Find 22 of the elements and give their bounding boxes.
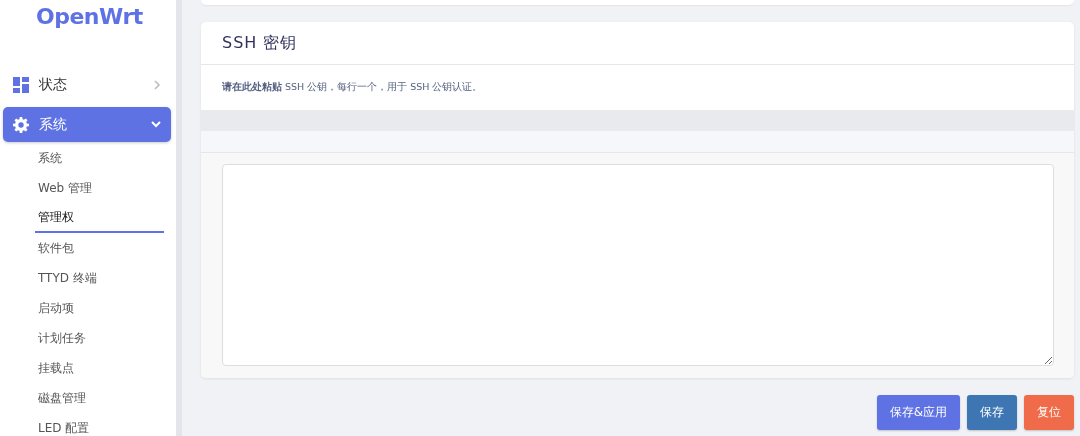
section-title: SSH 密钥 [201, 22, 1074, 65]
menu-item[interactable]: 状态 [3, 67, 171, 102]
chevron-right-icon [154, 79, 161, 90]
menu-item[interactable]: 系统 [3, 107, 171, 142]
submenu-item[interactable]: 磁盘管理 [35, 383, 89, 413]
submenu-item[interactable]: TTYD 终端 [35, 263, 100, 293]
submenu-item[interactable]: Web 管理 [35, 173, 95, 203]
save-button[interactable]: 保存 [967, 395, 1017, 430]
submenu-item[interactable]: LED 配置 [35, 413, 93, 436]
dashboard-icon [13, 76, 29, 93]
submenu-item[interactable]: 计划任务 [35, 323, 89, 353]
submenu-item[interactable]: 系统 [35, 143, 65, 173]
submenu-item[interactable]: 软件包 [35, 233, 77, 263]
settings-icon [13, 116, 29, 133]
submenu-item[interactable]: 启动项 [35, 293, 77, 323]
chevron-down-icon [151, 121, 161, 128]
ssh-keys-field[interactable] [222, 164, 1054, 366]
section-description: 请在此处粘贴 SSH 公钥，每行一个，用于 SSH 公钥认证。 [221, 80, 484, 94]
logo[interactable]: OpenWrt [36, 4, 143, 29]
submenu-item[interactable]: 管理权 [35, 203, 164, 233]
submenu-item[interactable]: 挂载点 [35, 353, 77, 383]
apply-button[interactable]: 保存&应用 [876, 395, 960, 430]
